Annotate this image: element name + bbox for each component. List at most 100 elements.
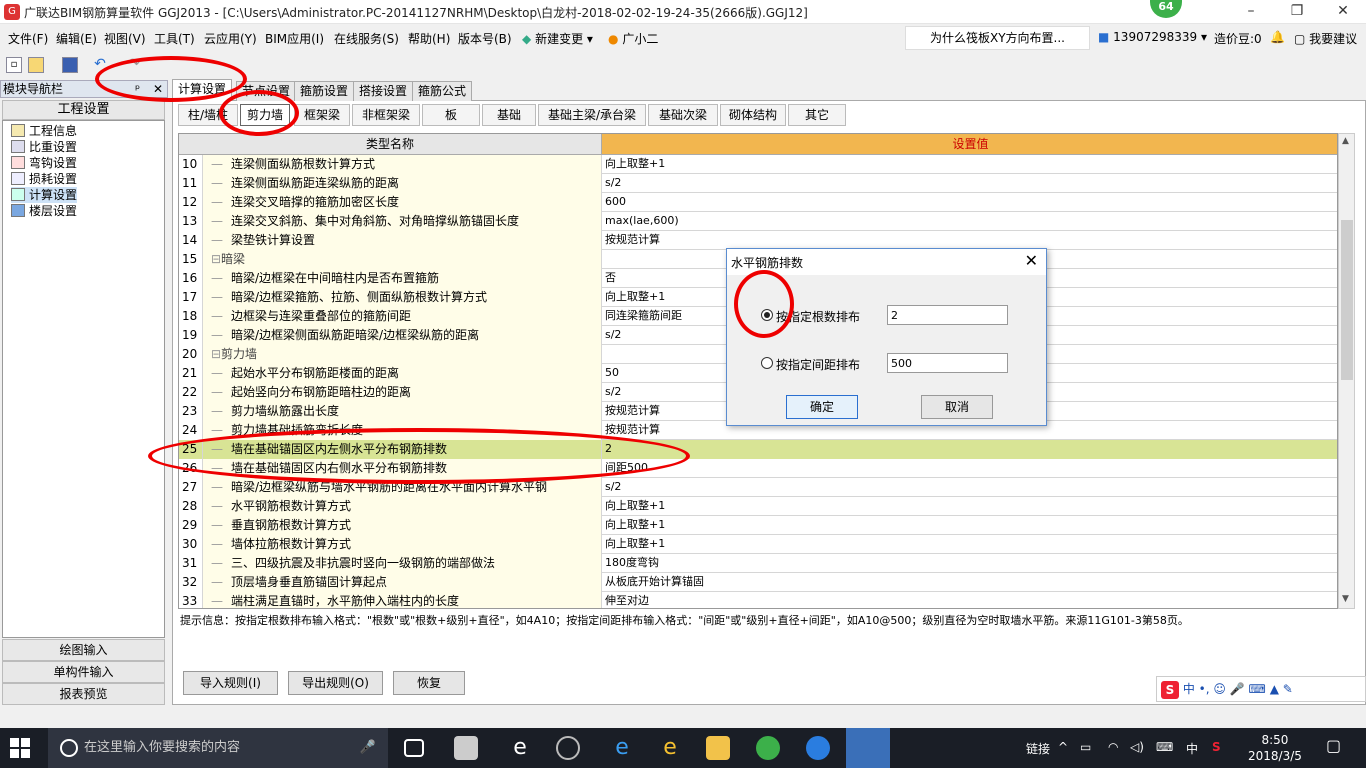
row-setting-value[interactable]: 向上取整+1: [602, 155, 1337, 174]
app-spiral-icon[interactable]: [556, 736, 580, 760]
redo-icon[interactable]: ↷: [126, 57, 142, 73]
subtab-frame-beam[interactable]: 框架梁: [294, 104, 350, 126]
scroll-thumb[interactable]: [1341, 220, 1353, 380]
table-row[interactable]: 13 — 连梁交叉斜筋、集中对角斜筋、对角暗撑纵筋锚固长度 max(lae,600): [179, 212, 1337, 231]
subtab-foundation-main-beam[interactable]: 基础主梁/承台梁: [538, 104, 646, 126]
table-row[interactable]: 30 — 墙体拉筋根数计算方式 向上取整+1: [179, 535, 1337, 554]
cancel-button[interactable]: 取消: [921, 395, 993, 419]
scroll-up-icon[interactable]: ▲: [1342, 136, 1349, 146]
row-setting-value[interactable]: 600: [602, 193, 1337, 212]
taskbar-search-box[interactable]: 在这里输入你要搜索的内容 🎤: [48, 728, 388, 768]
table-row[interactable]: 32 — 顶层墙身垂直筋锚固计算起点 从板底开始计算锚固: [179, 573, 1337, 592]
nav-item-floor[interactable]: 楼层设置: [11, 203, 77, 219]
maximize-button[interactable]: ❐: [1274, 0, 1320, 24]
row-setting-value[interactable]: 向上取整+1: [602, 535, 1337, 554]
score-badge[interactable]: 64: [1150, 0, 1182, 18]
restore-button[interactable]: 恢复: [393, 671, 465, 695]
save-icon[interactable]: [62, 57, 78, 73]
minimize-button[interactable]: –: [1228, 0, 1274, 24]
menu-version[interactable]: 版本号(B): [458, 30, 512, 47]
tray-keyboard-icon[interactable]: ⌨: [1156, 740, 1173, 754]
task-view-icon[interactable]: [404, 739, 424, 757]
taskbar-clock[interactable]: 8:50 2018/3/5: [1248, 732, 1302, 764]
subtab-nonframe-beam[interactable]: 非框架梁: [352, 104, 420, 126]
tab-node-settings[interactable]: 节点设置: [236, 81, 297, 101]
collapse-icon[interactable]: ⊟: [211, 250, 221, 268]
tray-battery-icon[interactable]: ▭: [1080, 740, 1091, 754]
table-row[interactable]: 10 — 连梁侧面纵筋根数计算方式 向上取整+1: [179, 155, 1337, 174]
ime-keyboard-icon[interactable]: ⌨: [1249, 682, 1266, 696]
ime-toolbar[interactable]: S 中 •, ☺ 🎤 ⌨ ▲ ✎: [1156, 676, 1366, 702]
table-row[interactable]: 25 — 墙在基础锚固区内左侧水平分布钢筋排数 2: [179, 440, 1337, 459]
user-account[interactable]: ■ 13907298339 ▾: [1098, 30, 1207, 44]
ime-punct-indicator[interactable]: •,: [1199, 682, 1210, 696]
ime-mic-icon[interactable]: 🎤: [1230, 682, 1245, 696]
nav-single-component-input[interactable]: 单构件输入: [2, 661, 165, 683]
row-setting-value[interactable]: 间距500: [602, 459, 1337, 478]
tray-volume-icon[interactable]: ◁): [1130, 740, 1144, 754]
grid-vertical-scrollbar[interactable]: ▲ ▼: [1338, 133, 1355, 609]
nav-item-project-info[interactable]: 工程信息: [11, 123, 77, 139]
nav-item-density[interactable]: 比重设置: [11, 139, 77, 155]
active-app-icon[interactable]: [846, 728, 890, 768]
tray-expand-icon[interactable]: ^: [1058, 740, 1068, 754]
row-setting-value[interactable]: s/2: [602, 174, 1337, 193]
ime-tools-icon[interactable]: ✎: [1283, 682, 1293, 696]
file-explorer-icon[interactable]: [706, 736, 730, 760]
subtab-slab[interactable]: 板: [422, 104, 480, 126]
notification-bell-icon[interactable]: 🔔: [1270, 30, 1285, 44]
collapse-icon[interactable]: ⊟: [211, 345, 221, 363]
table-row[interactable]: 26 — 墙在基础锚固区内右侧水平分布钢筋排数 间距500: [179, 459, 1337, 478]
radio-by-count[interactable]: [761, 309, 773, 321]
dialog-close-icon[interactable]: ✕: [1025, 251, 1038, 270]
ie-icon[interactable]: e: [508, 736, 532, 760]
scroll-down-icon[interactable]: ▼: [1342, 594, 1349, 604]
pin-icon[interactable]: ᵖ: [135, 81, 140, 97]
new-file-icon[interactable]: ▫: [6, 57, 22, 73]
nav-item-loss[interactable]: 损耗设置: [11, 171, 77, 187]
nav-item-hook[interactable]: 弯钩设置: [11, 155, 77, 171]
tab-stirrup-settings[interactable]: 箍筋设置: [294, 81, 355, 101]
spacing-input[interactable]: [887, 353, 1008, 373]
menu-help[interactable]: 帮助(H): [408, 30, 450, 47]
windows-start-icon[interactable]: [10, 738, 30, 758]
table-row[interactable]: 11 — 连梁侧面纵筋距连梁纵筋的距离 s/2: [179, 174, 1337, 193]
subtab-foundation-secondary-beam[interactable]: 基础次梁: [648, 104, 718, 126]
undo-icon[interactable]: ↶: [92, 57, 108, 73]
table-row[interactable]: 12 — 连梁交叉暗撑的箍筋加密区长度 600: [179, 193, 1337, 212]
ime-skin-icon[interactable]: ▲: [1270, 682, 1279, 696]
ie-legacy-icon[interactable]: e: [658, 736, 682, 760]
menu-new-change[interactable]: ◆ 新建变更 ▾: [522, 30, 593, 47]
table-row[interactable]: 28 — 水平钢筋根数计算方式 向上取整+1: [179, 497, 1337, 516]
nav-close-icon[interactable]: ✕: [153, 81, 163, 97]
import-rules-button[interactable]: 导入规则(I): [183, 671, 278, 695]
app-green-icon[interactable]: [756, 736, 780, 760]
open-folder-icon[interactable]: [28, 57, 44, 73]
mic-icon[interactable]: 🎤: [360, 728, 376, 768]
table-row[interactable]: 27 — 暗梁/边框梁纵筋与墙水平钢筋的距离在水平面内计算水平钢 s/2: [179, 478, 1337, 497]
menu-edit[interactable]: 编辑(E): [56, 30, 97, 47]
table-row[interactable]: 29 — 垂直钢筋根数计算方式 向上取整+1: [179, 516, 1337, 535]
close-button[interactable]: ✕: [1320, 0, 1366, 24]
hint-search-box[interactable]: 为什么筏板XY方向布置...: [905, 26, 1090, 50]
menu-bim[interactable]: BIM应用(I): [265, 30, 324, 47]
subtab-foundation[interactable]: 基础: [482, 104, 536, 126]
menu-online[interactable]: 在线服务(S): [334, 30, 399, 47]
count-input[interactable]: [887, 305, 1008, 325]
tray-sogou-icon[interactable]: S: [1212, 740, 1221, 754]
menu-cloud[interactable]: 云应用(Y): [204, 30, 257, 47]
tab-lap-settings[interactable]: 搭接设置: [353, 81, 414, 101]
tray-lang-indicator[interactable]: 中: [1186, 740, 1198, 757]
tab-stirrup-formula[interactable]: 箍筋公式: [412, 81, 473, 101]
nav-drawing-input[interactable]: 绘图输入: [2, 639, 165, 661]
fan-app-icon[interactable]: [454, 736, 478, 760]
table-row[interactable]: 33 — 端柱满足直锚时，水平筋伸入端柱内的长度 伸至对边: [179, 592, 1337, 608]
menu-file[interactable]: 文件(F): [8, 30, 48, 47]
ime-cn-indicator[interactable]: 中: [1183, 682, 1195, 696]
row-setting-value[interactable]: 向上取整+1: [602, 516, 1337, 535]
subtab-other[interactable]: 其它: [788, 104, 846, 126]
subtab-column[interactable]: 柱/墙柱: [178, 104, 238, 126]
nav-section-project-settings[interactable]: 工程设置: [2, 100, 165, 120]
ime-emoji-icon[interactable]: ☺: [1213, 682, 1226, 696]
glodon-icon[interactable]: [806, 736, 830, 760]
